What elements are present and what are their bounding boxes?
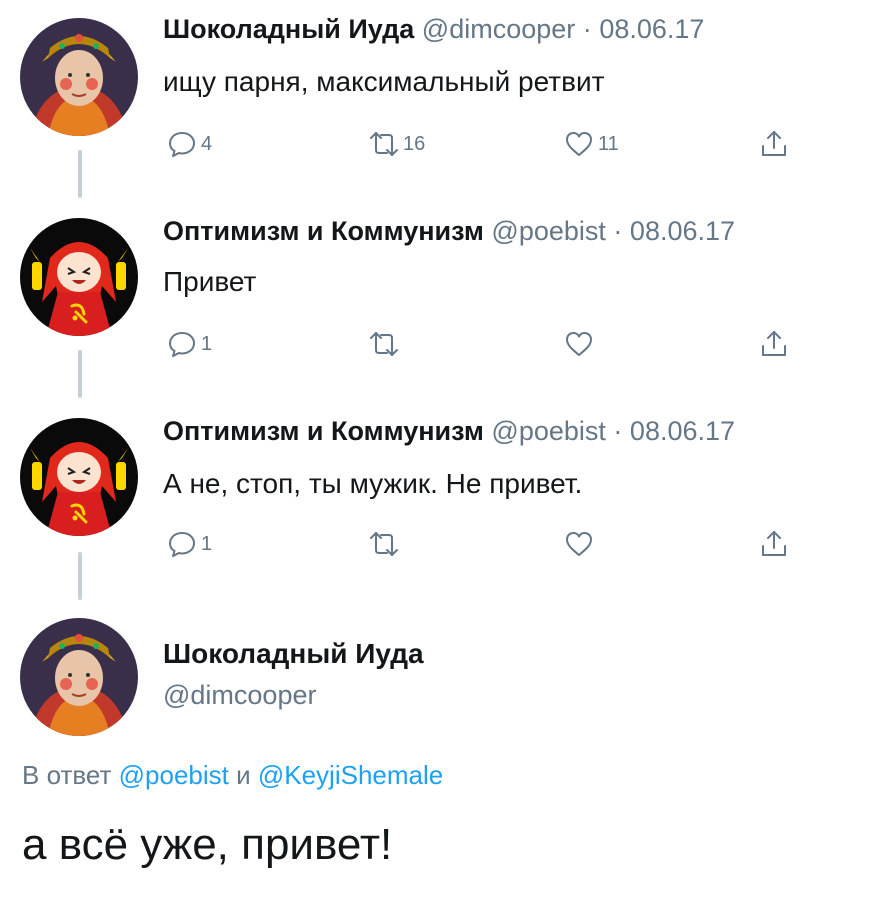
avatar-anime-icon [20, 218, 138, 336]
mention-link[interactable]: @poebist [119, 760, 229, 790]
reply-count: 4 [201, 132, 213, 155]
avatar[interactable] [20, 418, 138, 536]
retweet-icon [370, 532, 398, 556]
author-handle[interactable]: @poebist [491, 416, 605, 446]
reply-count: 1 [201, 532, 213, 555]
tweet-text: а всё уже, привет! [22, 820, 393, 869]
share-icon [762, 531, 786, 556]
share-icon [762, 331, 786, 356]
reply-button[interactable]: 1 [166, 328, 212, 360]
mention-link[interactable]: @KeyjiShemale [258, 760, 443, 790]
retweet-icon [370, 132, 398, 156]
tweet-text: Привет [163, 266, 257, 297]
retweet-button[interactable] [368, 328, 403, 360]
reply-prefix: В ответ [22, 760, 112, 790]
reply-count: 1 [201, 332, 213, 355]
like-button[interactable]: 11 [563, 128, 619, 160]
tweet-date[interactable]: 08.06.17 [599, 14, 704, 44]
retweet-count: 16 [403, 132, 426, 155]
like-button[interactable] [563, 528, 598, 560]
heart-icon [566, 532, 592, 556]
share-button[interactable] [758, 328, 790, 360]
avatar[interactable] [20, 618, 138, 736]
reply-icon [169, 332, 195, 357]
avatar-woman-icon [20, 18, 138, 136]
reply-icon [169, 132, 195, 157]
reply-icon [169, 532, 195, 557]
share-button[interactable] [758, 528, 790, 560]
author-name[interactable]: Оптимизм и Коммунизм [163, 416, 484, 446]
separator: · [613, 416, 623, 446]
like-button[interactable] [563, 328, 598, 360]
tweet-date[interactable]: 08.06.17 [630, 216, 735, 246]
share-button[interactable] [758, 128, 790, 160]
retweet-button[interactable] [368, 528, 403, 560]
thread-line [78, 350, 82, 398]
reply-button[interactable]: 4 [166, 128, 212, 160]
author-handle[interactable]: @dimcooper [163, 680, 316, 711]
author-name[interactable]: Оптимизм и Коммунизм [163, 216, 484, 246]
avatar[interactable] [20, 218, 138, 336]
avatar-anime-icon [20, 418, 138, 536]
avatar-woman-icon [20, 618, 138, 736]
author-name[interactable]: Шоколадный Иуда [163, 638, 424, 670]
avatar[interactable] [20, 18, 138, 136]
heart-icon [566, 332, 592, 356]
share-icon [762, 131, 786, 156]
thread-line [78, 552, 82, 600]
author-name[interactable]: Шоколадный Иуда [163, 14, 414, 44]
tweet-date[interactable]: 08.06.17 [630, 416, 735, 446]
tweet-text: ищу парня, максимальный ретвит [163, 66, 605, 97]
separator: · [582, 14, 592, 44]
tweet-text: А не, стоп, ты мужик. Не привет. [163, 468, 583, 499]
author-handle[interactable]: @dimcooper [422, 14, 575, 44]
thread-line [78, 150, 82, 198]
tweet-header: Шоколадный Иуда @dimcooper · 08.06.17 [163, 14, 704, 45]
tweet-header: Оптимизм и Коммунизм @poebist · 08.06.17 [163, 216, 735, 247]
retweet-icon [370, 332, 398, 356]
reply-and: и [236, 760, 251, 790]
retweet-button[interactable]: 16 [368, 128, 425, 160]
reply-to-line: В ответ @poebist и @KeyjiShemale [22, 760, 443, 791]
reply-button[interactable]: 1 [166, 528, 212, 560]
heart-icon [566, 132, 592, 156]
separator: · [613, 216, 623, 246]
author-handle[interactable]: @poebist [491, 216, 605, 246]
tweet-header: Оптимизм и Коммунизм @poebist · 08.06.17 [163, 416, 735, 447]
like-count: 11 [598, 132, 619, 155]
